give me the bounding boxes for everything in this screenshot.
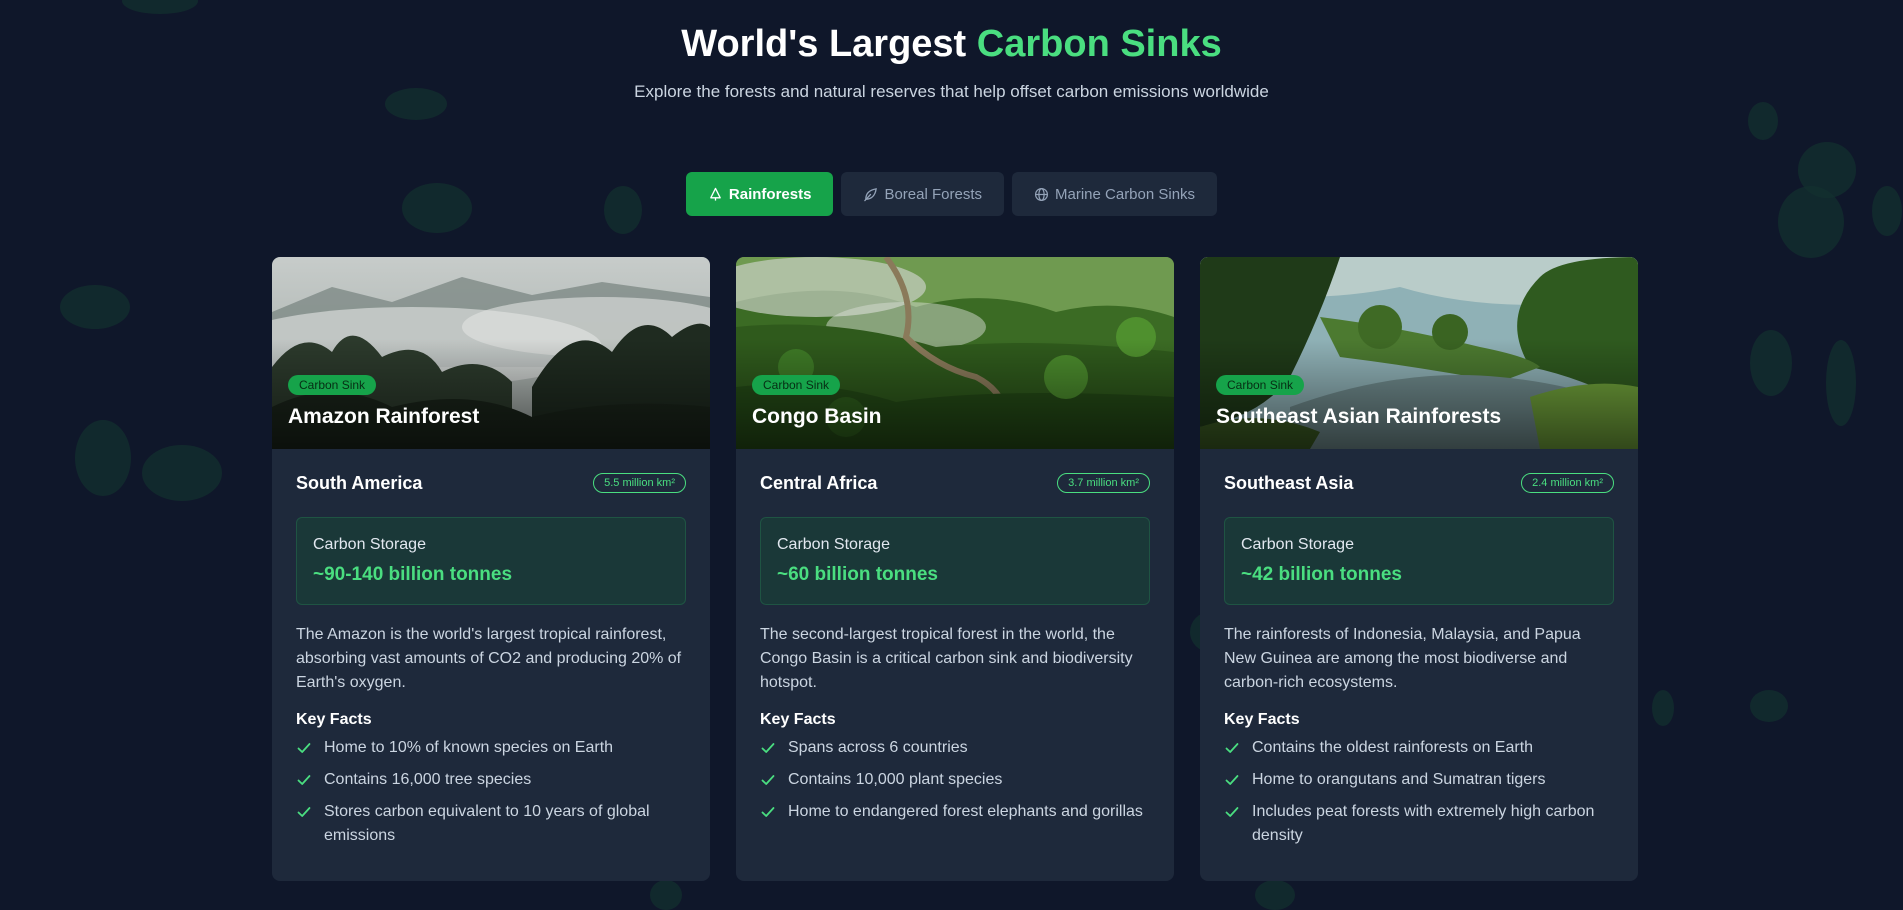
region-label: Central Africa	[760, 472, 878, 493]
tab-marine-carbon-sinks[interactable]: Marine Carbon Sinks	[1012, 172, 1218, 216]
fact-text: Home to orangutans and Sumatran tigers	[1252, 771, 1546, 788]
fact-text: Home to 10% of known species on Earth	[324, 739, 614, 756]
fact-text: Contains the oldest rainforests on Earth	[1252, 739, 1534, 756]
carbon-storage-box: Carbon Storage ~42 billion tonnes	[1224, 517, 1614, 605]
fact-text: Contains 10,000 plant species	[788, 771, 1003, 788]
tab-rainforests[interactable]: Rainforests	[685, 172, 834, 216]
fact-text: Contains 16,000 tree species	[324, 771, 532, 788]
region-label: South America	[296, 472, 423, 493]
carbon-storage-box: Carbon Storage ~60 billion tonnes	[760, 517, 1150, 605]
check-icon	[760, 768, 778, 792]
list-item: Contains 10,000 plant species	[760, 768, 1150, 792]
card-southeast-asian-rainforests[interactable]: Carbon Sink Southeast Asian Rainforests …	[1200, 257, 1638, 881]
carbon-sink-badge: Carbon Sink	[288, 375, 377, 395]
card-title: Congo Basin	[752, 405, 882, 428]
carbon-sink-badge: Carbon Sink	[752, 375, 841, 395]
region-label: Southeast Asia	[1224, 472, 1354, 493]
list-item: Contains the oldest rainforests on Earth	[1224, 736, 1614, 760]
card-description: The Amazon is the world's largest tropic…	[296, 626, 682, 691]
check-icon	[296, 768, 314, 792]
key-facts-heading: Key Facts	[296, 711, 372, 728]
area-badge: 3.7 million km²	[1057, 473, 1150, 493]
card-title: Southeast Asian Rainforests	[1216, 405, 1502, 428]
storage-label: Carbon Storage	[1241, 536, 1354, 553]
tab-boreal-forests[interactable]: Boreal Forests	[841, 172, 1004, 216]
area-badge: 5.5 million km²	[593, 473, 686, 493]
card-description: The second-largest tropical forest in th…	[760, 626, 1133, 691]
tab-label: Rainforests	[728, 185, 812, 203]
check-icon	[760, 800, 778, 824]
leaf-icon	[863, 187, 878, 202]
list-item: Contains 16,000 tree species	[296, 768, 686, 792]
card-meta-row: South America 5.5 million km²	[296, 471, 686, 495]
card-body: Central Africa 3.7 million km² Carbon St…	[736, 449, 1174, 824]
storage-value: ~42 billion tonnes	[1241, 564, 1402, 585]
fact-text: Stores carbon equivalent to 10 years of …	[324, 803, 650, 844]
card-congo-basin[interactable]: Carbon Sink Congo Basin Central Africa 3…	[736, 257, 1174, 881]
page-subtitle: Explore the forests and natural reserves…	[634, 82, 1269, 101]
storage-label: Carbon Storage	[313, 536, 426, 553]
card-description: The rainforests of Indonesia, Malaysia, …	[1224, 626, 1581, 691]
tab-label: Marine Carbon Sinks	[1055, 185, 1196, 203]
key-facts-list: Spans across 6 countries Contains 10,000…	[760, 736, 1150, 824]
fact-text: Home to endangered forest elephants and …	[788, 803, 1143, 820]
list-item: Includes peat forests with extremely hig…	[1224, 800, 1614, 848]
carbon-sink-badge: Carbon Sink	[1216, 375, 1305, 395]
key-facts-list: Home to 10% of known species on Earth Co…	[296, 736, 686, 848]
card-image: Carbon Sink Southeast Asian Rainforests	[1200, 257, 1638, 449]
key-facts-heading: Key Facts	[760, 711, 836, 728]
check-icon	[1224, 800, 1242, 824]
card-meta-row: Central Africa 3.7 million km²	[760, 471, 1150, 495]
list-item: Home to orangutans and Sumatran tigers	[1224, 768, 1614, 792]
category-tabs: Rainforests Boreal Forests Marine Carbon…	[0, 172, 1903, 216]
fact-text: Includes peat forests with extremely hig…	[1252, 803, 1595, 844]
card-amazon-rainforest[interactable]: Carbon Sink Amazon Rainforest South Amer…	[272, 257, 710, 881]
tab-label: Boreal Forests	[884, 185, 982, 203]
list-item: Home to endangered forest elephants and …	[760, 800, 1150, 824]
check-icon	[1224, 736, 1242, 760]
list-item: Home to 10% of known species on Earth	[296, 736, 686, 760]
card-meta-row: Southeast Asia 2.4 million km²	[1224, 471, 1614, 495]
storage-value: ~90-140 billion tonnes	[313, 564, 513, 585]
card-image: Carbon Sink Congo Basin	[736, 257, 1174, 449]
card-body: Southeast Asia 2.4 million km² Carbon St…	[1200, 449, 1638, 848]
title-accent: Carbon Sinks	[976, 23, 1222, 65]
key-facts-list: Contains the oldest rainforests on Earth…	[1224, 736, 1614, 848]
check-icon	[296, 736, 314, 760]
list-item: Spans across 6 countries	[760, 736, 1150, 760]
title-main: World's Largest	[681, 23, 967, 65]
carbon-storage-box: Carbon Storage ~90-140 billion tonnes	[296, 517, 686, 605]
storage-value: ~60 billion tonnes	[777, 564, 938, 585]
area-badge: 2.4 million km²	[1521, 473, 1614, 493]
fact-text: Spans across 6 countries	[788, 739, 968, 756]
card-title: Amazon Rainforest	[288, 405, 480, 428]
globe-icon	[1034, 187, 1049, 202]
check-icon	[296, 800, 314, 824]
page-header: World's Largest Carbon Sinks Explore the…	[0, 0, 1903, 102]
check-icon	[1224, 768, 1242, 792]
storage-label: Carbon Storage	[777, 536, 890, 553]
check-icon	[760, 736, 778, 760]
list-item: Stores carbon equivalent to 10 years of …	[296, 800, 686, 848]
card-body: South America 5.5 million km² Carbon Sto…	[272, 449, 710, 848]
page-title: World's Largest Carbon Sinks	[0, 0, 1903, 66]
tree-icon	[708, 187, 723, 202]
key-facts-heading: Key Facts	[1224, 711, 1300, 728]
card-image: Carbon Sink Amazon Rainforest	[272, 257, 710, 449]
